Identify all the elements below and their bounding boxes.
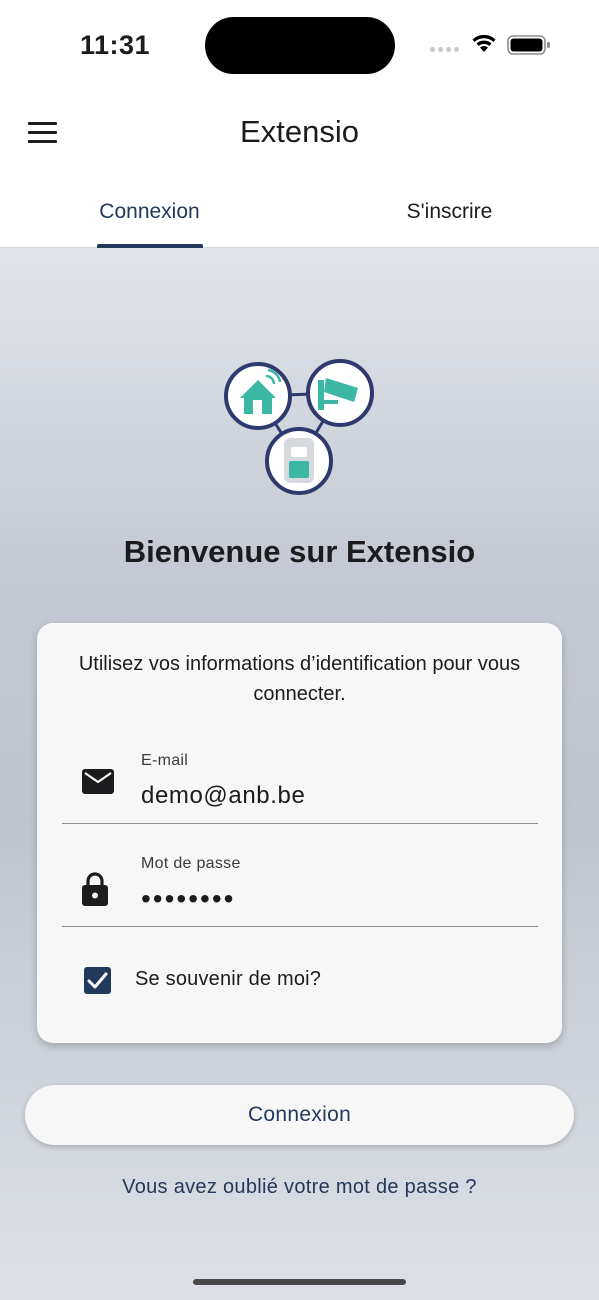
email-value[interactable]: demo@anb.be: [141, 782, 305, 810]
forgot-password-link[interactable]: Vous avez oublié votre mot de passe ?: [0, 1176, 599, 1199]
email-field[interactable]: E-mail demo@anb.be: [62, 728, 538, 824]
tab-bar: Connexion S'inscrire: [0, 180, 599, 248]
lock-icon: [82, 872, 108, 906]
extensio-logo-icon: [224, 359, 374, 495]
password-label: Mot de passe: [141, 855, 241, 872]
email-label: E-mail: [141, 752, 189, 769]
login-button[interactable]: Connexion: [25, 1085, 574, 1145]
home-indicator: [193, 1279, 406, 1285]
battery-icon: [507, 35, 550, 55]
password-field[interactable]: Mot de passe ••••••••: [62, 831, 538, 927]
checkmark-icon: [87, 972, 108, 989]
wifi-icon: [472, 34, 496, 52]
remember-me-label: Se souvenir de moi?: [135, 968, 322, 990]
tab-sinscrire[interactable]: S'inscrire: [300, 180, 599, 248]
cellular-signal-icon: [430, 47, 462, 55]
login-card: Utilisez vos informations d’identificati…: [37, 623, 562, 1043]
password-value[interactable]: ••••••••: [141, 883, 235, 915]
welcome-title: Bienvenue sur Extensio: [123, 534, 476, 569]
dynamic-island: [205, 17, 395, 74]
envelope-icon: [82, 769, 114, 794]
login-content: Bienvenue sur Extensio Utilisez vos info…: [0, 248, 599, 1300]
app-header: Extensio: [0, 92, 599, 180]
status-bar: 11:31: [0, 0, 599, 92]
app-title: Extensio: [240, 114, 359, 149]
remember-me-checkbox[interactable]: [84, 967, 111, 994]
login-instructions: Utilisez vos informations d’identificati…: [78, 653, 521, 705]
status-time: 11:31: [80, 30, 151, 60]
tab-connexion[interactable]: Connexion: [0, 180, 299, 248]
